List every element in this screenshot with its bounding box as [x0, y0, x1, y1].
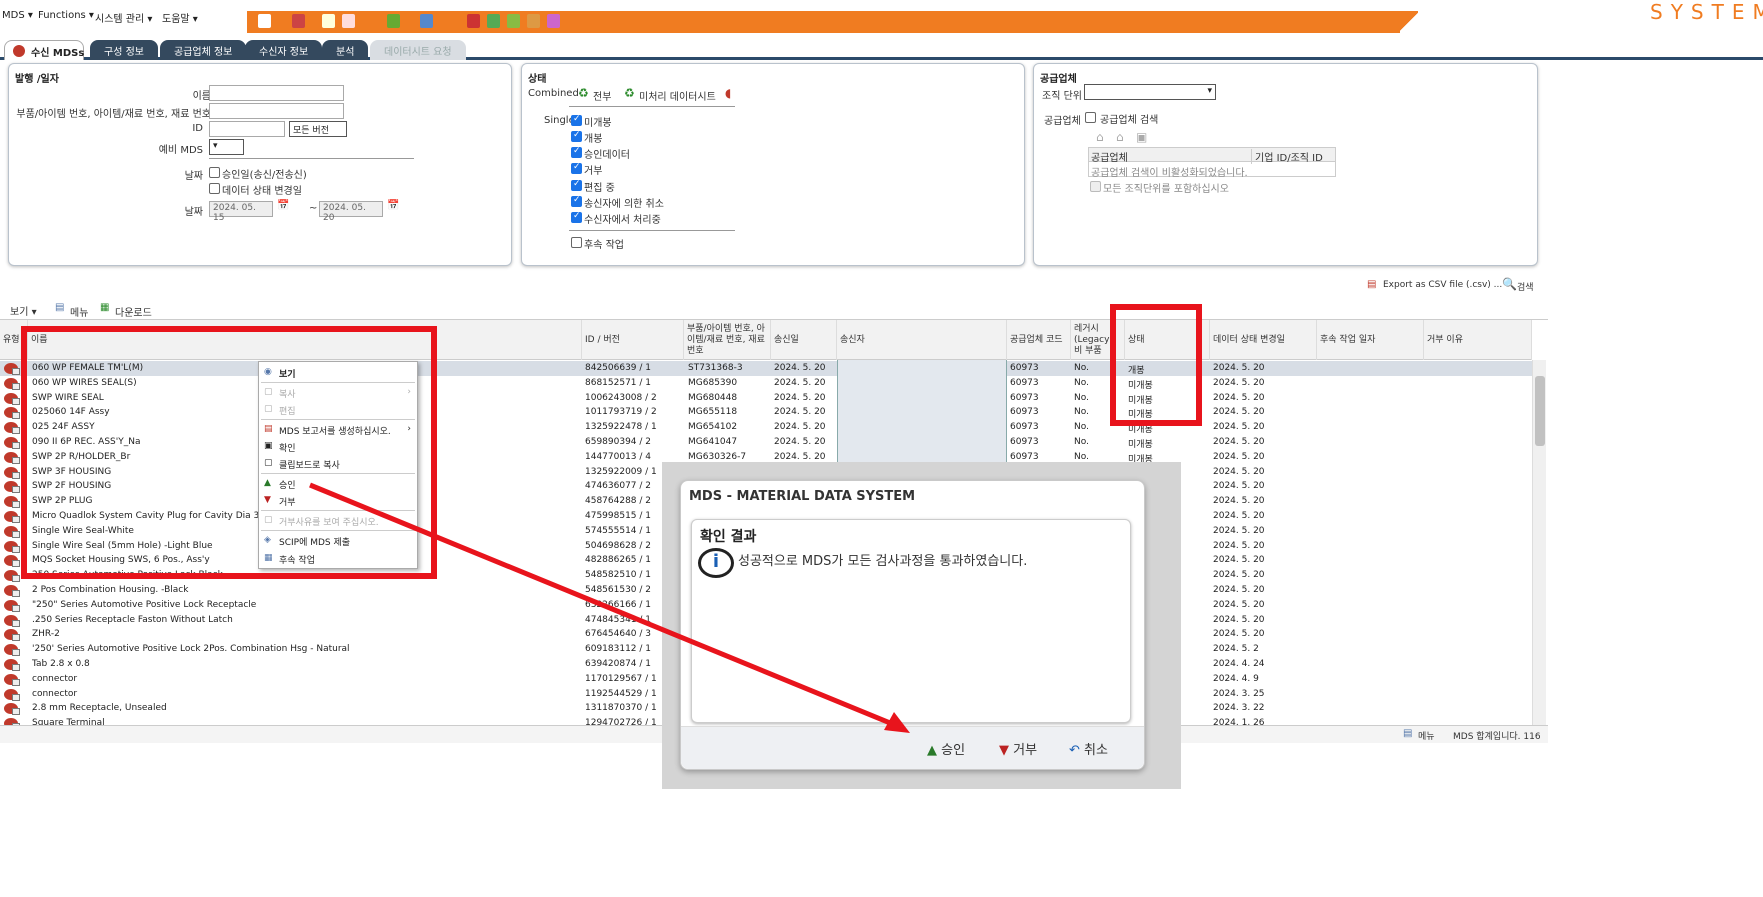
annotation-arrow — [309, 482, 910, 733]
arrow-line — [309, 482, 896, 728]
